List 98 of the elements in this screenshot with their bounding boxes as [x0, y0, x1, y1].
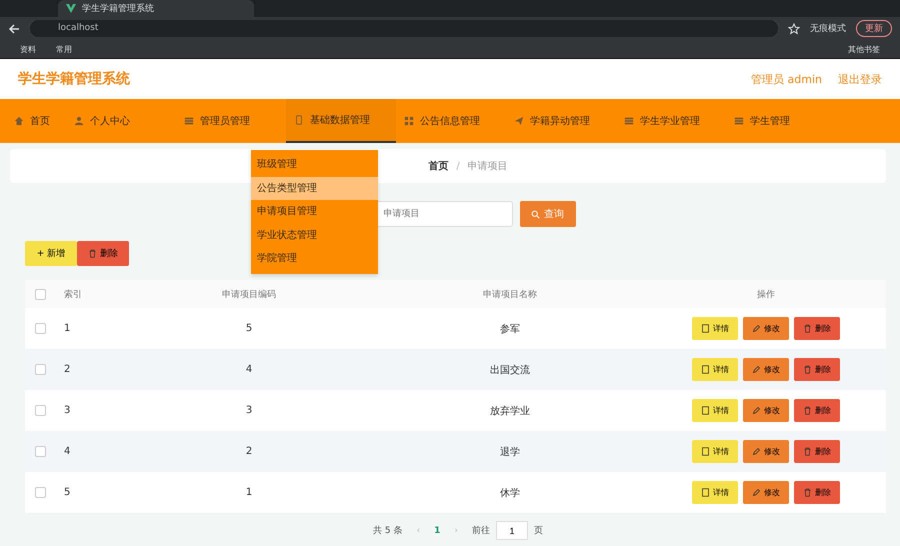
table-cell-text: 退学: [499, 446, 521, 458]
row-checkbox[interactable]: [34, 487, 46, 498]
nav-item[interactable]: 学籍异动管理: [506, 99, 616, 143]
breadcrumb-separator: /: [456, 160, 460, 172]
breadcrumb-item: 申请项目: [468, 160, 508, 173]
bookmark[interactable]: 资料: [20, 44, 36, 54]
phone-icon: [294, 115, 304, 125]
trash-icon: [88, 249, 97, 258]
column-header: 申请项目编码: [221, 288, 277, 300]
edit-button[interactable]: 修改: [743, 481, 789, 504]
table-cell-text: 3: [63, 405, 72, 416]
send-icon: [514, 116, 524, 126]
pencil-icon: [752, 488, 761, 497]
table-cell-text: 2: [244, 446, 254, 457]
nav-item[interactable]: 首页: [6, 99, 66, 143]
menu-item[interactable]: 学院管理: [251, 247, 378, 270]
table-cell-text: 参军: [499, 322, 521, 336]
detail-button[interactable]: 详情: [692, 440, 738, 463]
star-icon[interactable]: [788, 22, 800, 34]
nav-item[interactable]: 基础数据管理: [286, 99, 396, 143]
trash-icon: [803, 324, 812, 333]
app-title: 学生学籍管理系统: [18, 70, 130, 88]
home-icon: [14, 116, 24, 126]
column-header: 申请项目名称: [482, 288, 538, 300]
page-input[interactable]: 1: [496, 521, 528, 540]
list-icon: [624, 116, 634, 126]
nav-item[interactable]: 学生学业管理: [616, 99, 726, 143]
document-icon: [701, 447, 710, 456]
delete-button[interactable]: 删除: [794, 317, 840, 340]
row-checkbox[interactable]: [34, 446, 46, 457]
pencil-icon: [752, 324, 761, 333]
menu-item[interactable]: 公告类型管理: [251, 176, 378, 200]
detail-button[interactable]: 详情: [692, 481, 738, 504]
delete-button[interactable]: 删除: [794, 481, 840, 504]
pencil-icon: [752, 406, 761, 415]
table-cell-text: 放弃学业: [489, 404, 531, 418]
nav-item[interactable]: 管理员管理: [176, 99, 286, 143]
row-checkbox[interactable]: [34, 364, 46, 375]
table-cell-text: 5: [244, 323, 254, 334]
table-cell-text: 2: [63, 364, 72, 375]
column-header: 索引: [63, 288, 83, 300]
table-cell-text: 休学: [499, 486, 521, 500]
nav-item[interactable]: 个人中心: [66, 99, 176, 143]
column-header: 操作: [756, 288, 776, 300]
update-button[interactable]: 更新: [856, 20, 892, 37]
table-cell-text: 3: [244, 405, 254, 416]
delete-button[interactable]: 删除: [794, 440, 840, 463]
total-count: 共 5 条: [373, 524, 402, 537]
bookmark[interactable]: 其他书签: [848, 44, 880, 54]
trash-icon: [803, 488, 812, 497]
edit-button[interactable]: 修改: [743, 317, 789, 340]
breadcrumb-item[interactable]: 首页: [428, 159, 448, 173]
page-number[interactable]: 1: [434, 526, 440, 536]
address-bar[interactable]: localhost: [30, 20, 778, 37]
detail-button[interactable]: 详情: [692, 399, 738, 422]
back-icon[interactable]: [8, 22, 20, 34]
delete-button[interactable]: 删除: [794, 399, 840, 422]
table-cell-text: 出国交流: [489, 364, 531, 376]
bookmark[interactable]: 常用: [56, 44, 72, 54]
nav-item[interactable]: 学生管理: [726, 99, 836, 143]
delete-button[interactable]: 删除: [794, 358, 840, 381]
goto-label: 前往: [472, 524, 490, 537]
pencil-icon: [752, 447, 761, 456]
search-icon: [531, 210, 540, 218]
row-checkbox[interactable]: [34, 323, 46, 334]
select-all-checkbox[interactable]: [34, 288, 46, 300]
add-button[interactable]: + 新增: [25, 241, 77, 266]
detail-button[interactable]: 详情: [692, 358, 738, 381]
menu-item[interactable]: 班级管理: [251, 153, 378, 176]
document-icon: [701, 488, 710, 497]
document-icon: [701, 324, 710, 333]
document-icon: [701, 406, 710, 415]
edit-button[interactable]: 修改: [743, 358, 789, 381]
logo-icon: [66, 4, 76, 13]
detail-button[interactable]: 详情: [692, 317, 738, 340]
list-icon: [184, 116, 194, 126]
table-cell-text: 4: [63, 446, 72, 457]
pencil-icon: [752, 365, 761, 374]
table-cell-text: 4: [244, 364, 254, 375]
trash-icon: [803, 406, 812, 415]
edit-button[interactable]: 修改: [743, 399, 789, 422]
page-suffix: 页: [534, 525, 543, 537]
delete-button[interactable]: 删除: [77, 241, 129, 266]
document-icon: [701, 365, 710, 374]
user-label: 管理员 admin: [751, 72, 822, 86]
table-cell-text: 5: [63, 487, 72, 498]
browser-tab[interactable]: 学生学籍管理系统: [58, 0, 254, 17]
user-icon: [74, 116, 84, 126]
table-cell-text: 1: [63, 323, 72, 334]
row-checkbox[interactable]: [34, 405, 46, 416]
grid-icon: [404, 116, 414, 126]
profile-label[interactable]: 无痕模式: [810, 22, 846, 35]
edit-button[interactable]: 修改: [743, 440, 789, 463]
trash-icon: [803, 365, 812, 374]
list-icon: [734, 116, 744, 126]
trash-icon: [803, 447, 812, 456]
table-cell-text: 1: [244, 487, 254, 498]
nav-item[interactable]: 公告信息管理: [396, 99, 506, 143]
